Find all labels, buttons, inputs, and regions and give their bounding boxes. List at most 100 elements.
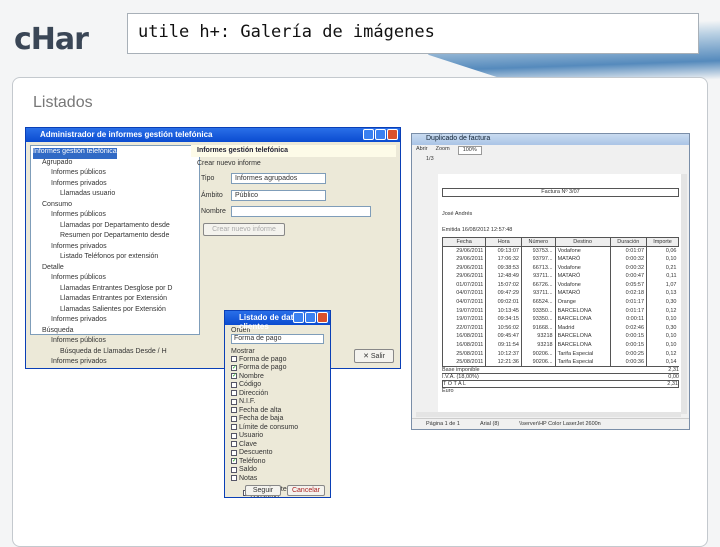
horizontal-scrollbar[interactable] bbox=[416, 412, 681, 417]
page-title: utile h+: Galería de imágenes bbox=[127, 13, 699, 54]
field-checkbox[interactable]: Límite de consumo bbox=[231, 423, 324, 432]
checkbox-box[interactable] bbox=[231, 407, 237, 414]
field-checkbox[interactable]: ✓ Teléfono bbox=[231, 457, 324, 466]
tree-item[interactable]: Informes públicos bbox=[33, 274, 197, 285]
total-row: T O T A L 2,31 bbox=[442, 380, 679, 389]
show-label: Mostrar bbox=[231, 348, 255, 355]
table-cell: 15:07:02 bbox=[485, 280, 522, 290]
table-cell: 0,12 bbox=[646, 306, 679, 315]
field-checkbox[interactable]: Notas bbox=[231, 474, 324, 483]
tree-item[interactable]: Informes privados bbox=[33, 316, 197, 327]
report-tree[interactable]: Informes gestión telefónica Agrupado Infor… bbox=[30, 145, 200, 365]
table-row: 25/08/2011 12:21:36 90206... Tarifa Especia… bbox=[441, 357, 679, 367]
next-button[interactable]: Seguir bbox=[245, 485, 281, 496]
column-header: Importe bbox=[646, 237, 679, 247]
status-printer: \\server\HP Color LaserJet 2600n bbox=[519, 421, 601, 427]
table-row: 19/07/2011 09:34:15 93350... BARCELONA 0:00:… bbox=[441, 314, 679, 324]
tree-item[interactable]: Llamadas Salientes por Extensión bbox=[33, 306, 197, 317]
checkbox-box[interactable] bbox=[231, 432, 237, 439]
vertical-scrollbar[interactable] bbox=[681, 174, 687, 414]
field-checkbox[interactable]: Descuento bbox=[231, 449, 324, 458]
checkbox-box[interactable] bbox=[231, 415, 237, 422]
field-checkbox[interactable]: Saldo bbox=[231, 466, 324, 475]
maximize-button[interactable] bbox=[375, 129, 386, 140]
checkbox-box[interactable] bbox=[231, 390, 237, 397]
table-cell: 10:12:37 bbox=[485, 349, 522, 358]
page-tab[interactable]: 1/3 bbox=[412, 156, 689, 162]
table-cell: 90206... bbox=[520, 357, 556, 367]
close-button[interactable] bbox=[387, 129, 398, 140]
tree-item[interactable]: Resumen por Departamento desde bbox=[33, 232, 197, 243]
maximize-button[interactable] bbox=[305, 312, 316, 323]
table-row: 29/06/2011 17:06:32 93797... MATARÓ 0:00:32 0… bbox=[441, 254, 679, 264]
field-checkbox[interactable]: Fecha de alta bbox=[231, 406, 324, 415]
tree-item[interactable]: Informes gestión telefónica bbox=[33, 148, 117, 159]
checkbox-box[interactable]: ✓ bbox=[231, 458, 237, 465]
checkbox-box[interactable] bbox=[231, 356, 237, 363]
ambito-select[interactable]: Público bbox=[231, 190, 326, 201]
tree-item[interactable]: Listado Teléfonos por extensión bbox=[33, 253, 197, 264]
field-checkbox[interactable]: Fecha de baja bbox=[231, 415, 324, 424]
checkbox-box[interactable]: ✓ bbox=[231, 373, 237, 380]
tree-item[interactable]: Consumo bbox=[33, 201, 197, 212]
exit-button[interactable]: ✕ Salir bbox=[354, 349, 394, 363]
table-cell: 10:13:45 bbox=[485, 306, 522, 315]
tree-item[interactable]: Búsqueda de Llamadas Desde / H bbox=[33, 348, 197, 359]
tipo-select[interactable]: Informes agrupados bbox=[231, 173, 326, 184]
tree-item[interactable]: Llamadas por Departamento desde bbox=[33, 222, 197, 233]
tree-item[interactable]: Búsqueda bbox=[33, 327, 197, 338]
table-cell: 01/07/2011 bbox=[441, 280, 486, 290]
tree-item[interactable]: Informes privados bbox=[33, 358, 197, 368]
checkbox-box[interactable] bbox=[231, 398, 237, 405]
checkbox-box[interactable] bbox=[231, 475, 237, 482]
table-cell: 0:00:15 bbox=[609, 332, 647, 341]
table-cell: 0,06 bbox=[646, 246, 679, 255]
table-cell: 04/07/2011 bbox=[441, 289, 486, 298]
tree-item[interactable]: Agrupado bbox=[33, 159, 197, 170]
zoom-select[interactable]: 100% bbox=[457, 146, 482, 155]
table-cell: MATARÓ bbox=[554, 254, 611, 264]
tree-item[interactable]: Informes públicos bbox=[33, 211, 197, 222]
field-checkbox[interactable]: Clave bbox=[231, 440, 324, 449]
checkbox-box[interactable] bbox=[231, 424, 237, 431]
field-checkbox[interactable]: ✓ Forma de pago bbox=[231, 364, 324, 373]
cancel-button[interactable]: Cancelar bbox=[287, 485, 325, 496]
close-button[interactable] bbox=[317, 312, 328, 323]
tree-item[interactable]: Llamadas Entrantes por Extensión bbox=[33, 295, 197, 306]
field-checkbox[interactable]: Código bbox=[231, 381, 324, 390]
table-cell: 09:38:53 bbox=[485, 263, 522, 272]
table-cell: BARCELONA bbox=[554, 306, 611, 315]
table-cell: Vodafone bbox=[554, 263, 611, 272]
nombre-input[interactable] bbox=[231, 206, 371, 217]
panel-title: Informes gestión telefónica bbox=[191, 145, 396, 157]
open-button[interactable]: Abrir bbox=[416, 146, 428, 155]
table-cell: 93711... bbox=[520, 271, 556, 281]
tree-item[interactable]: Informes públicos bbox=[33, 337, 197, 348]
tree-item[interactable]: Informes privados bbox=[33, 243, 197, 254]
tree-item[interactable]: Informes privados bbox=[33, 180, 197, 191]
field-checkbox[interactable]: Forma de pago bbox=[231, 355, 324, 364]
order-select[interactable]: Forma de pago bbox=[231, 334, 324, 344]
minimize-button[interactable] bbox=[363, 129, 374, 140]
checkbox-box[interactable] bbox=[231, 466, 237, 473]
checkbox-box[interactable]: ✓ bbox=[231, 364, 237, 371]
table-row: 16/08/2011 09:45:47 93218 BARCELONA 0:00:15 0… bbox=[441, 332, 679, 341]
invoice-page: Factura Nº 3/07 José Andrés Emitida 16/0… bbox=[438, 174, 683, 414]
table-cell: 0,10 bbox=[646, 314, 679, 324]
table-cell: 91668... bbox=[520, 323, 556, 333]
checkbox-box[interactable] bbox=[231, 449, 237, 456]
create-report-button[interactable]: Crear nuevo informe bbox=[203, 223, 285, 236]
tree-item[interactable]: Llamadas Entrantes Desglose por D bbox=[33, 285, 197, 296]
minimize-button[interactable] bbox=[293, 312, 304, 323]
field-checkbox[interactable]: Dirección bbox=[231, 389, 324, 398]
field-checkbox[interactable]: N.I.F. bbox=[231, 398, 324, 407]
field-checkbox[interactable]: ✓ Nombre bbox=[231, 372, 324, 381]
field-label: Notas bbox=[239, 474, 258, 482]
tree-item[interactable]: Informes públicos bbox=[33, 169, 197, 180]
field-checkbox[interactable]: Usuario bbox=[231, 432, 324, 441]
tipo-label: Tipo bbox=[201, 175, 215, 182]
checkbox-box[interactable] bbox=[231, 381, 237, 388]
tree-item[interactable]: Detalle bbox=[33, 264, 197, 275]
tree-item[interactable]: Llamadas usuario bbox=[33, 190, 197, 201]
checkbox-box[interactable] bbox=[231, 441, 237, 448]
